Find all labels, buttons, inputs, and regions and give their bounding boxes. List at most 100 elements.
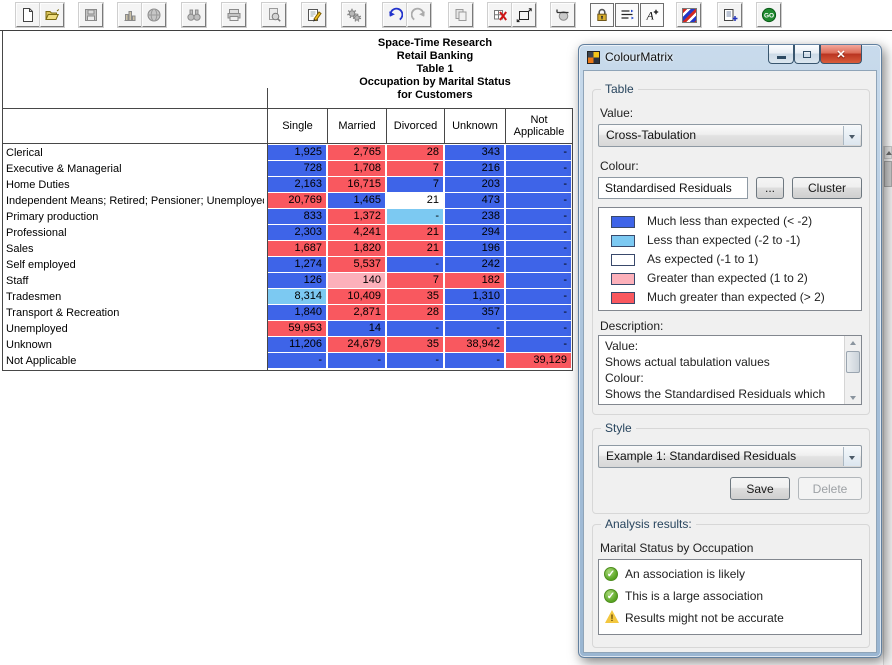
table-cell[interactable]: 38,942 — [445, 337, 504, 352]
colour-input[interactable]: Standardised Residuals — [598, 177, 748, 199]
table-cell[interactable]: 14 — [328, 321, 385, 336]
table-cell[interactable]: 1,925 — [268, 145, 326, 160]
new-document-button[interactable] — [16, 3, 40, 27]
table-cell[interactable]: - — [506, 241, 571, 256]
table-cell[interactable]: 24,679 — [328, 337, 385, 352]
find-button[interactable] — [182, 3, 206, 27]
table-cell[interactable]: 2,765 — [328, 145, 385, 160]
table-cell[interactable]: - — [506, 305, 571, 320]
description-scrollbar[interactable] — [844, 336, 861, 404]
print-button[interactable] — [222, 3, 246, 27]
automation-button[interactable] — [342, 3, 366, 27]
table-cell[interactable]: 59,953 — [268, 321, 326, 336]
row-label[interactable]: Executive & Managerial — [6, 161, 264, 177]
map-button[interactable] — [142, 3, 166, 27]
copy-button[interactable] — [449, 3, 473, 27]
table-cell[interactable]: 182 — [445, 273, 504, 288]
table-cell[interactable]: 16,715 — [328, 177, 385, 192]
column-header[interactable]: Divorced — [387, 109, 444, 143]
redo-button[interactable] — [407, 3, 431, 27]
table-cell[interactable]: 5,537 — [328, 257, 385, 272]
table-cell[interactable]: 11,206 — [268, 337, 326, 352]
table-cell[interactable]: 1,274 — [268, 257, 326, 272]
row-label[interactable]: Staff — [6, 273, 264, 289]
table-cell[interactable]: 35 — [387, 289, 443, 304]
table-cell[interactable]: 1,465 — [328, 193, 385, 208]
table-cell[interactable]: 343 — [445, 145, 504, 160]
zero-suppression-button[interactable] — [551, 3, 575, 27]
table-cell[interactable]: 126 — [268, 273, 326, 288]
scroll-up-icon[interactable] — [884, 146, 892, 159]
scrollbar-thumb[interactable] — [884, 161, 892, 187]
table-cell[interactable]: - — [506, 273, 571, 288]
table-cell[interactable]: - — [506, 257, 571, 272]
table-cell[interactable]: - — [506, 161, 571, 176]
maximize-button[interactable] — [794, 45, 820, 64]
colour-matrix-button[interactable] — [677, 3, 701, 27]
table-cell[interactable]: 833 — [268, 209, 326, 224]
font-size-button[interactable]: A — [640, 3, 664, 27]
undo-button[interactable] — [383, 3, 407, 27]
table-cell[interactable]: - — [506, 145, 571, 160]
scroll-up-icon[interactable] — [846, 336, 860, 350]
table-cell[interactable]: 1,820 — [328, 241, 385, 256]
table-cell[interactable]: 39,129 — [506, 353, 571, 368]
row-label[interactable]: Sales — [6, 241, 264, 257]
field-options-button[interactable] — [615, 3, 639, 27]
table-cell[interactable]: 21 — [387, 241, 443, 256]
chevron-down-icon[interactable] — [843, 126, 860, 145]
scrollbar-thumb[interactable] — [846, 351, 860, 373]
delete-rows-button[interactable] — [488, 3, 512, 27]
open-file-button[interactable] — [40, 3, 64, 27]
row-label[interactable]: Primary production — [6, 209, 264, 225]
table-cell[interactable]: - — [506, 337, 571, 352]
value-combobox[interactable]: Cross-Tabulation — [598, 124, 862, 147]
scroll-down-icon[interactable] — [846, 390, 860, 404]
row-label[interactable]: Transport & Recreation — [6, 305, 264, 321]
table-cell[interactable]: 2,871 — [328, 305, 385, 320]
table-cell[interactable]: 4,241 — [328, 225, 385, 240]
table-cell[interactable]: - — [506, 209, 571, 224]
table-cell[interactable]: 21 — [387, 225, 443, 240]
table-cell[interactable]: - — [387, 321, 443, 336]
go-button[interactable]: GO — [757, 3, 781, 27]
table-cell[interactable]: 1,310 — [445, 289, 504, 304]
table-cell[interactable]: - — [328, 353, 385, 368]
save-button[interactable] — [79, 3, 103, 27]
row-label[interactable]: Independent Means; Retired; Pensioner; U… — [6, 193, 264, 209]
main-vertical-scrollbar[interactable] — [883, 146, 892, 665]
table-cell[interactable]: 7 — [387, 177, 443, 192]
table-cell[interactable]: - — [387, 257, 443, 272]
table-cell[interactable]: 216 — [445, 161, 504, 176]
table-cell[interactable]: 10,409 — [328, 289, 385, 304]
table-cell[interactable]: 242 — [445, 257, 504, 272]
table-cell[interactable]: - — [445, 321, 504, 336]
browse-button[interactable]: ... — [756, 177, 784, 199]
style-combobox[interactable]: Example 1: Standardised Residuals — [598, 445, 862, 468]
row-label[interactable]: Unemployed — [6, 321, 264, 337]
table-cell[interactable]: 238 — [445, 209, 504, 224]
table-cell[interactable]: 140 — [328, 273, 385, 288]
column-header[interactable]: Not Applicable — [506, 109, 572, 143]
column-header[interactable]: Married — [328, 109, 386, 143]
table-cell[interactable]: 2,303 — [268, 225, 326, 240]
table-cell[interactable]: - — [506, 177, 571, 192]
delete-button[interactable]: Delete — [798, 477, 862, 500]
table-cell[interactable]: 203 — [445, 177, 504, 192]
row-label[interactable]: Professional — [6, 225, 264, 241]
print-preview-button[interactable] — [262, 3, 286, 27]
table-cell[interactable]: - — [506, 225, 571, 240]
table-cell[interactable]: - — [268, 353, 326, 368]
table-cell[interactable]: 35 — [387, 337, 443, 352]
table-cell[interactable]: - — [506, 193, 571, 208]
table-cell[interactable]: - — [387, 209, 443, 224]
table-cell[interactable]: - — [445, 353, 504, 368]
table-cell[interactable]: 1,840 — [268, 305, 326, 320]
table-cell[interactable]: 7 — [387, 161, 443, 176]
chevron-down-icon[interactable] — [843, 447, 860, 466]
save-button[interactable]: Save — [730, 477, 790, 500]
close-button[interactable]: ✕ — [820, 45, 862, 64]
edit-table-button[interactable] — [302, 3, 326, 27]
column-header[interactable]: Unknown — [445, 109, 505, 143]
row-label[interactable]: Home Duties — [6, 177, 264, 193]
